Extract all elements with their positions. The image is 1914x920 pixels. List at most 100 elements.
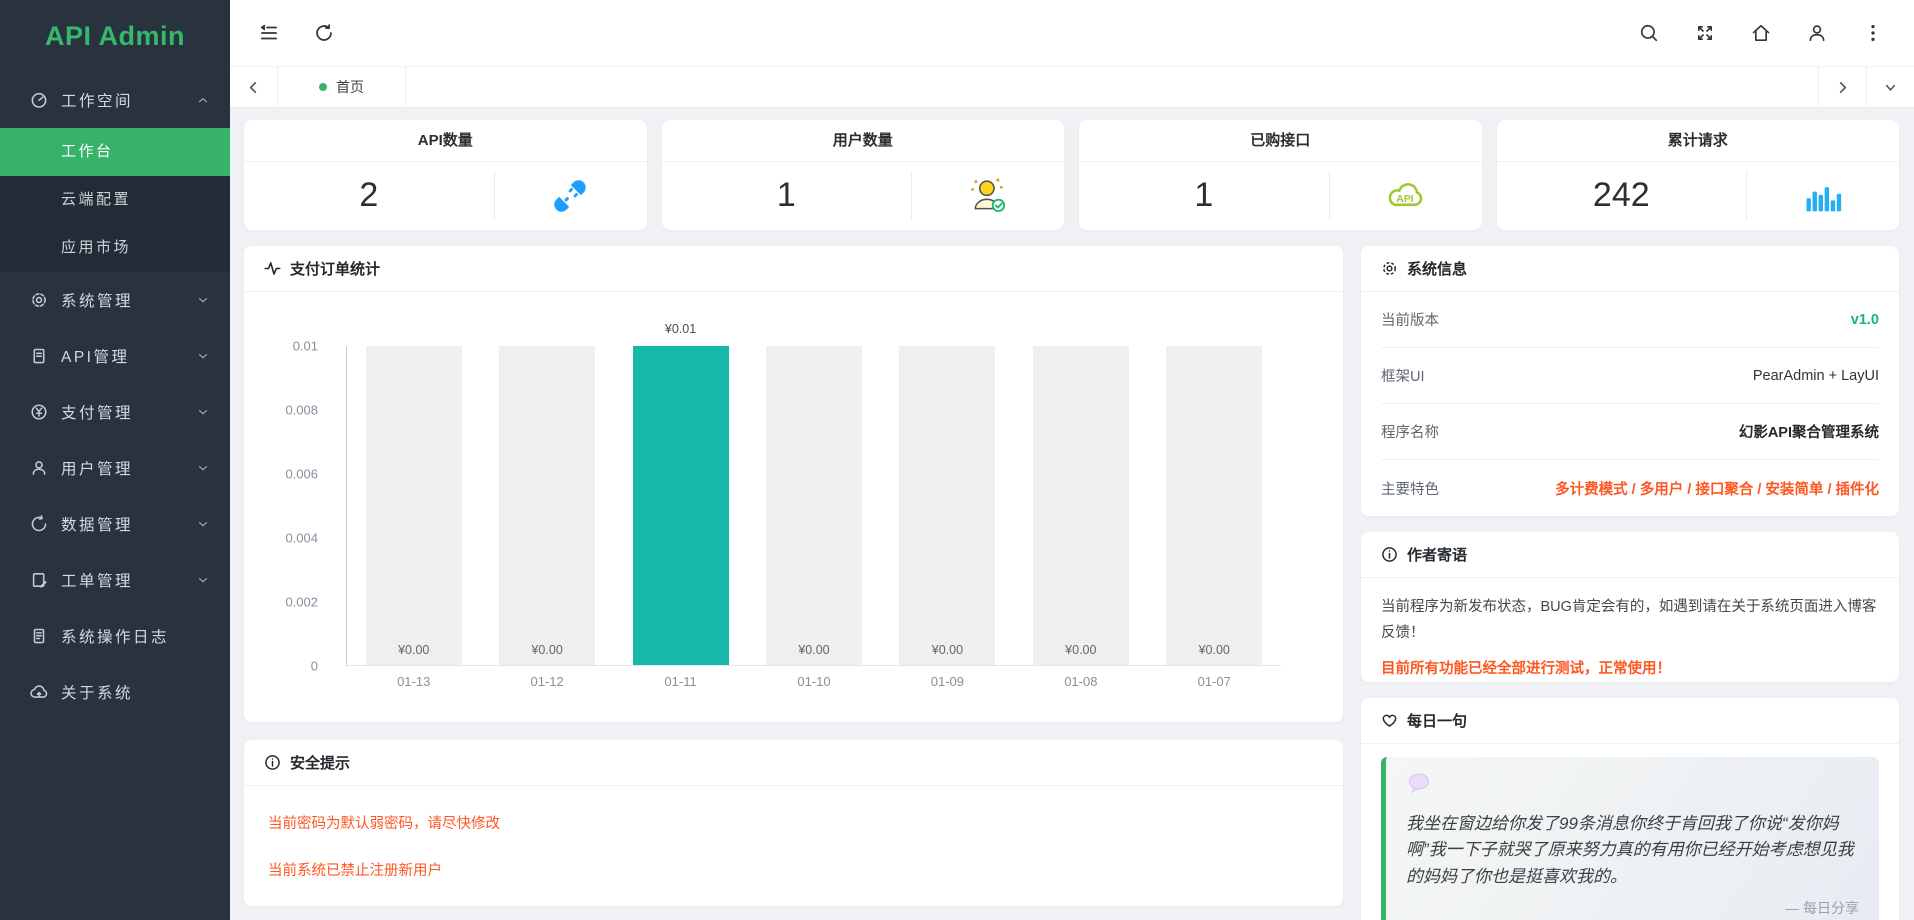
chart-bar-01-10: ¥0.0001-10 <box>747 346 880 665</box>
tab-home[interactable]: 首页 <box>278 67 406 107</box>
data-icon <box>30 515 48 533</box>
main-area: 首页 API数量2用户数量1已购接口1API累计请求242 <box>230 0 1914 920</box>
home-icon[interactable] <box>1750 22 1772 44</box>
sidebar-item-label: 系统管理 <box>61 289 196 311</box>
y-axis-tick: 0.002 <box>285 595 318 610</box>
author-card-header: 作者寄语 <box>1361 532 1899 578</box>
chart-y-axis: 0.010.0080.0060.0040.0020 <box>244 346 334 666</box>
daily-quote-text: 我坐在窗边给你发了99条消息你终于肯回我了你说“发你妈啊”我一下子就哭了原来努力… <box>1406 811 1859 890</box>
topbar-right <box>1638 22 1884 44</box>
chevron-down-icon <box>196 573 210 587</box>
daily-quote-block: 我坐在窗边给你发了99条消息你终于肯回我了你说“发你妈啊”我一下子就哭了原来努力… <box>1381 757 1879 920</box>
sidebar-item-label: 支付管理 <box>61 401 196 423</box>
x-axis-label: 01-11 <box>614 674 747 689</box>
fullscreen-icon[interactable] <box>1694 22 1716 44</box>
y-axis-tick: 0 <box>311 659 318 674</box>
yen-icon <box>30 403 48 421</box>
sidebar-item-workorder-manage[interactable]: 工单管理 <box>0 552 230 608</box>
more-menu-icon[interactable] <box>1862 22 1884 44</box>
stat-card-value: 1 <box>1079 176 1329 215</box>
search-icon[interactable] <box>1638 22 1660 44</box>
sidebar-item-about-system[interactable]: 关于系统 <box>0 664 230 720</box>
security-warning-line: 当前系统已禁止注册新用户 <box>268 859 1319 880</box>
stat-card-purchased-api: 已购接口 1 API <box>1079 120 1482 230</box>
bar-value-label: ¥0.01 <box>633 322 729 336</box>
info-row-value: 幻影API聚合管理系统 <box>1739 421 1879 442</box>
system-info-row: 框架UIPearAdmin + LayUI <box>1381 348 1879 404</box>
bar-value-label: ¥0.00 <box>1033 643 1129 657</box>
bar-value-label: ¥0.00 <box>366 643 462 657</box>
info-row-label: 主要特色 <box>1381 478 1439 499</box>
bar-background-track: ¥0.00 <box>766 346 862 665</box>
info-row-label: 当前版本 <box>1381 309 1439 330</box>
stat-card-body: 1 API <box>1079 162 1482 229</box>
document-icon <box>30 347 48 365</box>
topbar-left <box>258 22 335 44</box>
payment-chart-card: 支付订单统计 0.010.0080.0060.0040.0020 ¥0.0001… <box>244 246 1343 722</box>
bars-icon <box>1746 174 1899 218</box>
chart-bar-01-07: ¥0.0001-07 <box>1148 346 1281 665</box>
sidebar-menu: 工作空间工作台云端配置应用市场系统管理 API管理支付管理用户管理数据管理工单管理… <box>0 72 230 720</box>
security-card-header: 安全提示 <box>244 740 1343 786</box>
system-info-header: 系统信息 <box>1361 246 1899 292</box>
system-info-card: 系统信息 当前版本v1.0框架UIPearAdmin + LayUI程序名称幻影… <box>1361 246 1899 516</box>
y-axis-tick: 0.01 <box>293 339 318 354</box>
sidebar-item-system-log[interactable]: 系统操作日志 <box>0 608 230 664</box>
bar-fill <box>633 346 729 665</box>
sidebar-item-user-manage[interactable]: 用户管理 <box>0 440 230 496</box>
tabs-scroll-right-icon[interactable] <box>1818 67 1866 107</box>
daily-quote-attribution: — 每日分享 <box>1406 898 1859 918</box>
bar-background-track: ¥0.00 <box>899 346 995 665</box>
sidebar-subitem-cloud-config[interactable]: 云端配置 <box>0 176 230 224</box>
user-profile-icon[interactable] <box>1806 22 1828 44</box>
bar-background-track: ¥0.00 <box>499 346 595 665</box>
log-icon <box>30 627 48 645</box>
security-tips-card: 安全提示 当前密码为默认弱密码，请尽快修改当前系统已禁止注册新用户 <box>244 740 1343 906</box>
sidebar-item-data-manage[interactable]: 数据管理 <box>0 496 230 552</box>
tab-home-label: 首页 <box>336 77 364 97</box>
chart-card-header: 支付订单统计 <box>244 246 1343 292</box>
chevron-down-icon <box>196 405 210 419</box>
pulse-icon <box>264 260 281 277</box>
chevron-up-icon <box>196 93 210 107</box>
bar-value-label: ¥0.00 <box>766 643 862 657</box>
stat-card-divider <box>1329 171 1330 220</box>
bar-value-label: ¥0.00 <box>1166 643 1262 657</box>
sidebar-subitem-workbench[interactable]: 工作台 <box>0 128 230 176</box>
y-axis-tick: 0.004 <box>285 531 318 546</box>
bar-value-label: ¥0.00 <box>499 643 595 657</box>
tabs-scroll-left-icon[interactable] <box>230 67 278 107</box>
x-axis-label: 01-08 <box>1014 674 1147 689</box>
tab-active-dot <box>319 83 327 91</box>
collapse-sidebar-icon[interactable] <box>258 22 280 44</box>
stat-card-title: 已购接口 <box>1079 120 1482 162</box>
chevron-down-icon <box>196 461 210 475</box>
chart-bar-01-13: ¥0.0001-13 <box>347 346 480 665</box>
tabs-dropdown-icon[interactable] <box>1866 67 1914 107</box>
stat-card-title: API数量 <box>244 120 647 162</box>
stat-card-total-requests: 累计请求242 <box>1497 120 1900 230</box>
info-circle-icon <box>1381 546 1398 563</box>
sidebar-item-label: API管理 <box>61 345 196 367</box>
stat-card-divider <box>494 171 495 220</box>
stat-card-value: 242 <box>1497 176 1747 215</box>
author-card-body: 当前程序为新发布状态，BUG肯定会有的，如遇到请在关于系统页面进入博客反馈！ 目… <box>1361 578 1899 682</box>
refresh-icon[interactable] <box>313 22 335 44</box>
x-axis-label: 01-10 <box>747 674 880 689</box>
system-info-row: 主要特色多计费模式 / 多用户 / 接口聚合 / 安装简单 / 插件化 <box>1381 460 1879 516</box>
sidebar-item-workspace[interactable]: 工作空间 <box>0 72 230 128</box>
sidebar-item-label: 数据管理 <box>61 513 196 535</box>
daily-sentence-card: 每日一句 我坐在窗边给你发了99条消息你终于肯回我了你说“发你妈啊”我一下子就哭… <box>1361 698 1899 920</box>
svg-text:API: API <box>1396 194 1413 205</box>
stat-card-body: 1 <box>662 162 1065 229</box>
app-logo: API Admin <box>0 0 230 72</box>
sidebar-item-system-manage[interactable]: 系统管理 <box>0 272 230 328</box>
sidebar-subitem-app-market[interactable]: 应用市场 <box>0 224 230 272</box>
y-axis-tick: 0.006 <box>285 467 318 482</box>
sidebar-item-api-manage[interactable]: API管理 <box>0 328 230 384</box>
stat-card-value: 1 <box>662 176 912 215</box>
info-circle-icon <box>264 754 281 771</box>
heart-icon <box>1381 712 1398 729</box>
system-info-row: 程序名称幻影API聚合管理系统 <box>1381 404 1879 460</box>
sidebar-item-payment-manage[interactable]: 支付管理 <box>0 384 230 440</box>
